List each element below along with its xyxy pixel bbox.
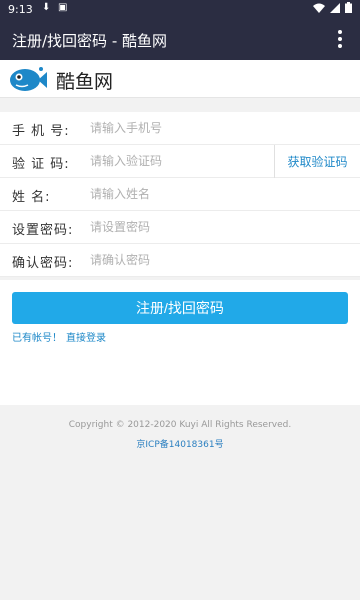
wifi-icon — [313, 3, 325, 13]
code-row: 验 证 码: 获取验证码 — [0, 145, 360, 178]
phone-label: 手 机 号: — [12, 124, 70, 139]
signal-icon — [330, 2, 340, 13]
name-label: 姓 名: — [12, 190, 51, 205]
phone-row: 手 机 号: — [0, 112, 360, 145]
icp-link[interactable]: 京ICP备14018361号 — [0, 437, 360, 450]
password-input[interactable] — [90, 215, 270, 239]
app-bar-title: 注册/找回密码 - 酷鱼网 — [12, 32, 168, 50]
phone-input[interactable] — [90, 116, 270, 140]
register-form: 手 机 号: 验 证 码: 获取验证码 姓 名: 设置密码: 确认密码: — [0, 112, 360, 277]
logo-bar: 酷鱼网 — [0, 60, 360, 98]
code-label: 验 证 码: — [12, 157, 70, 172]
app-bar: 注册/找回密码 - 酷鱼网 — [0, 20, 360, 60]
fish-logo-icon — [10, 67, 47, 91]
status-time: 9:13 — [8, 3, 33, 16]
footer: Copyright © 2012-2020 Kuyi All Rights Re… — [0, 420, 360, 450]
has-account-text: 已有帐号！ — [12, 333, 62, 344]
overflow-menu-icon[interactable] — [330, 28, 350, 52]
image-icon: ▣ — [58, 2, 68, 13]
get-code-button[interactable]: 获取验证码 — [274, 145, 360, 178]
confirm-password-input[interactable] — [90, 248, 270, 272]
download-icon: ⬇ — [42, 2, 51, 13]
confirm-password-row: 确认密码: — [0, 244, 360, 277]
register-submit-button[interactable]: 注册/找回密码 — [12, 292, 348, 324]
name-row: 姓 名: — [0, 178, 360, 211]
login-line: 已有帐号！ 直接登录 — [12, 329, 106, 344]
status-bar: 9:13 ⬇ ▣ — [0, 0, 360, 20]
password-label: 设置密码: — [12, 223, 74, 238]
confirm-password-label: 确认密码: — [12, 256, 74, 271]
code-input[interactable] — [90, 149, 270, 173]
brand-name: 酷鱼网 — [56, 71, 114, 93]
name-input[interactable] — [90, 182, 270, 206]
password-row: 设置密码: — [0, 211, 360, 244]
login-link[interactable]: 直接登录 — [66, 333, 106, 344]
status-icons — [313, 2, 352, 13]
battery-icon — [345, 2, 352, 13]
copyright-text: Copyright © 2012-2020 Kuyi All Rights Re… — [68, 420, 292, 430]
